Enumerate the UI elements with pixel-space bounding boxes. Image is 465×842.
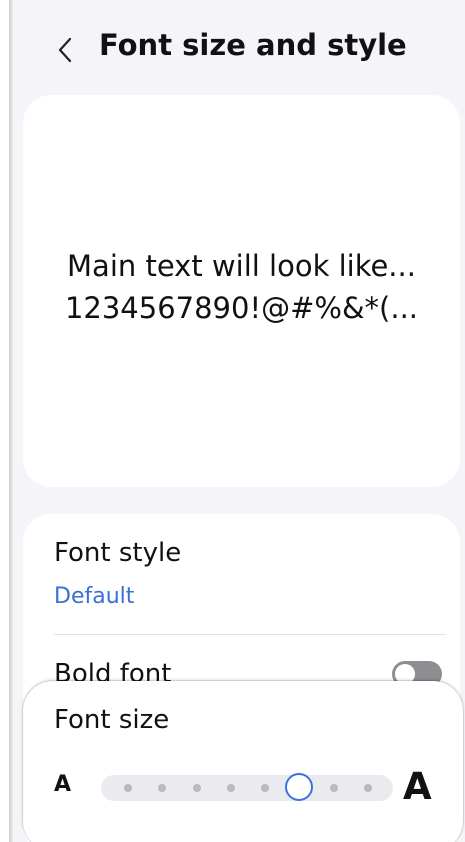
font-preview-card: Main text will look like... 1234567890!@…: [23, 95, 460, 487]
preview-text-line: Main text will look like...: [67, 249, 416, 283]
page-title: Font size and style: [99, 28, 407, 62]
slider-step-dot: [192, 784, 201, 792]
slider-thumb[interactable]: [285, 773, 314, 801]
font-style-setting[interactable]: Font style Default: [23, 514, 460, 634]
font-style-value: Default: [54, 584, 135, 609]
app-bar: Font size and style: [13, 0, 465, 95]
font-size-label: Font size: [54, 705, 170, 735]
smaller-size-indicator: A: [54, 772, 72, 797]
slider-step-dot: [261, 784, 270, 792]
font-size-panel: Font size A A: [23, 681, 463, 842]
font-size-slider[interactable]: [101, 773, 393, 801]
chevron-left-icon: [58, 37, 72, 63]
slider-step-dot: [124, 784, 132, 792]
slider-step-dot: [226, 784, 235, 792]
slider-step-dot: [329, 784, 338, 792]
preview-sample-characters: 1234567890!@#%&*(...: [64, 291, 419, 325]
larger-size-indicator: A: [403, 765, 432, 808]
font-style-label: Font style: [54, 538, 182, 568]
slider-step-dot: [364, 784, 372, 792]
slider-step-dot: [158, 784, 167, 792]
back-button[interactable]: [51, 30, 79, 70]
settings-screen: Font size and style Main text will look …: [13, 0, 465, 842]
